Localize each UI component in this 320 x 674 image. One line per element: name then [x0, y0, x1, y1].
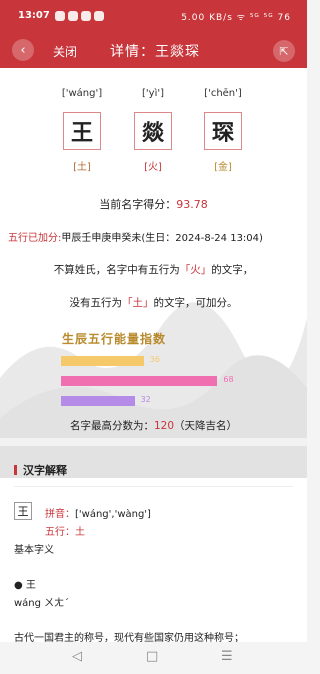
- char-box[interactable]: 燚: [134, 112, 172, 150]
- char-box[interactable]: 王: [63, 112, 101, 150]
- bonus-text: 甲辰壬申庚申癸未(生日：2024-8-24 13:04): [61, 233, 263, 244]
- menu-nav-icon[interactable]: ☰: [221, 649, 233, 664]
- notification-icons: [55, 11, 104, 21]
- basic-meaning-heading: 基本字义: [14, 545, 54, 556]
- status-bar: 13:07 5.00 KB/s ᯤ ⁵ᴳ ⁵ᴳ 76: [0, 0, 307, 34]
- section-header: 汉字解释: [14, 462, 67, 478]
- char-element: [金]: [214, 162, 232, 173]
- bonus-label: 五行已加分:: [8, 233, 62, 244]
- char-column: ['yì'] 燚 [火]: [123, 88, 183, 173]
- name-characters: ['wáng'] 王 [土] ['yì'] 燚 [火] ['chēn'] 琛 […: [0, 88, 307, 198]
- energy-bar: [61, 376, 218, 386]
- status-right: 5.00 KB/s ᯤ ⁵ᴳ ⁵ᴳ 76: [181, 13, 291, 23]
- hint-text: 的文字，可加分。: [153, 297, 238, 309]
- system-nav-bar: ◁ □ ☰: [0, 642, 307, 674]
- hint-text: 没有五行为: [69, 297, 123, 309]
- wuxing-value: 土: [75, 527, 85, 538]
- hint-text: 不算姓氏，名字中有五行为: [53, 264, 180, 276]
- energy-title: 生辰五行能量指数: [62, 332, 167, 346]
- hint-line-2: 没有五行为「土」的文字，可加分。: [0, 295, 307, 310]
- section-marker: [14, 465, 17, 475]
- char-pinyin: ['chēn']: [204, 88, 242, 99]
- char-column: ['wáng'] 王 [土]: [52, 88, 112, 173]
- page-title: 详情：王燚琛: [110, 44, 200, 60]
- notification-icon: [94, 11, 104, 21]
- section-title: 汉字解释: [23, 464, 67, 477]
- close-button[interactable]: 关闭: [53, 43, 77, 60]
- share-icon: ⇱: [279, 44, 289, 58]
- energy-bar-row: 68: [61, 375, 234, 386]
- nav-bar: ‹ 关闭 详情：王燚琛 ⇱: [0, 34, 307, 68]
- max-score-label: 名字最高分数为：: [69, 420, 154, 432]
- section-separator: [0, 438, 307, 446]
- hint-line-1: 不算姓氏，名字中有五行为「火」的文字，: [0, 262, 307, 277]
- back-button[interactable]: ‹: [12, 39, 34, 61]
- hint-highlight: 「土」: [122, 297, 154, 309]
- meaning-bullet: ● 王: [14, 580, 36, 591]
- char-element: [土]: [73, 162, 91, 173]
- energy-bar-value: 32: [140, 395, 151, 404]
- energy-bar-value: 68: [223, 375, 234, 384]
- notification-icon: [81, 11, 91, 21]
- char-column: ['chēn'] 琛 [金]: [193, 88, 253, 173]
- energy-bar-value: 36: [149, 355, 160, 364]
- back-nav-icon[interactable]: ◁: [72, 649, 82, 664]
- pinyin-label: 拼音：: [45, 509, 75, 520]
- divider: [14, 486, 293, 487]
- char-box[interactable]: 琛: [204, 112, 242, 150]
- char-element: [火]: [144, 162, 162, 173]
- detail-pinyin: 拼音：['wáng','wàng']: [45, 505, 151, 520]
- notification-icon: [55, 11, 65, 21]
- max-score-value: 120: [153, 420, 175, 432]
- current-score: 当前名字得分：93.78: [0, 196, 307, 212]
- hint-highlight: 「火」: [179, 264, 212, 276]
- hint-text: 的文字，: [211, 264, 254, 276]
- meaning-text: 古代一国君主的称号，现代有些国家仍用这种称号；: [14, 633, 244, 642]
- detail-content[interactable]: ['wáng'] 王 [土] ['yì'] 燚 [火] ['chēn'] 琛 […: [0, 68, 307, 642]
- energy-bar: [61, 356, 144, 366]
- home-nav-icon[interactable]: □: [146, 649, 158, 664]
- score-value: 93.78: [176, 198, 208, 211]
- char-pinyin: ['yì']: [142, 88, 164, 99]
- status-time: 13:07: [18, 10, 50, 21]
- wuxing-label: 五行：: [45, 527, 75, 538]
- energy-bar-row: 36: [61, 355, 160, 366]
- phonetic: wáng ㄨㄤˊ: [14, 598, 70, 609]
- pinyin-value: ['wáng','wàng']: [75, 509, 151, 520]
- max-score-note: （天降吉名）: [174, 420, 238, 432]
- char-pinyin: ['wáng']: [61, 88, 103, 99]
- energy-bar: [61, 396, 135, 406]
- notification-icon: [68, 11, 78, 21]
- detail-wuxing: 五行：土: [45, 523, 85, 538]
- chevron-left-icon: ‹: [20, 42, 26, 58]
- wuxing-bonus: 五行已加分:甲辰壬申庚申癸未(生日：2024-8-24 13:04): [8, 229, 263, 244]
- score-label: 当前名字得分：: [99, 198, 177, 211]
- detail-char-box: 王: [14, 502, 32, 520]
- energy-bar-row: 32: [61, 395, 151, 406]
- max-score: 名字最高分数为：120（天降吉名）: [0, 418, 307, 433]
- share-button[interactable]: ⇱: [273, 40, 295, 62]
